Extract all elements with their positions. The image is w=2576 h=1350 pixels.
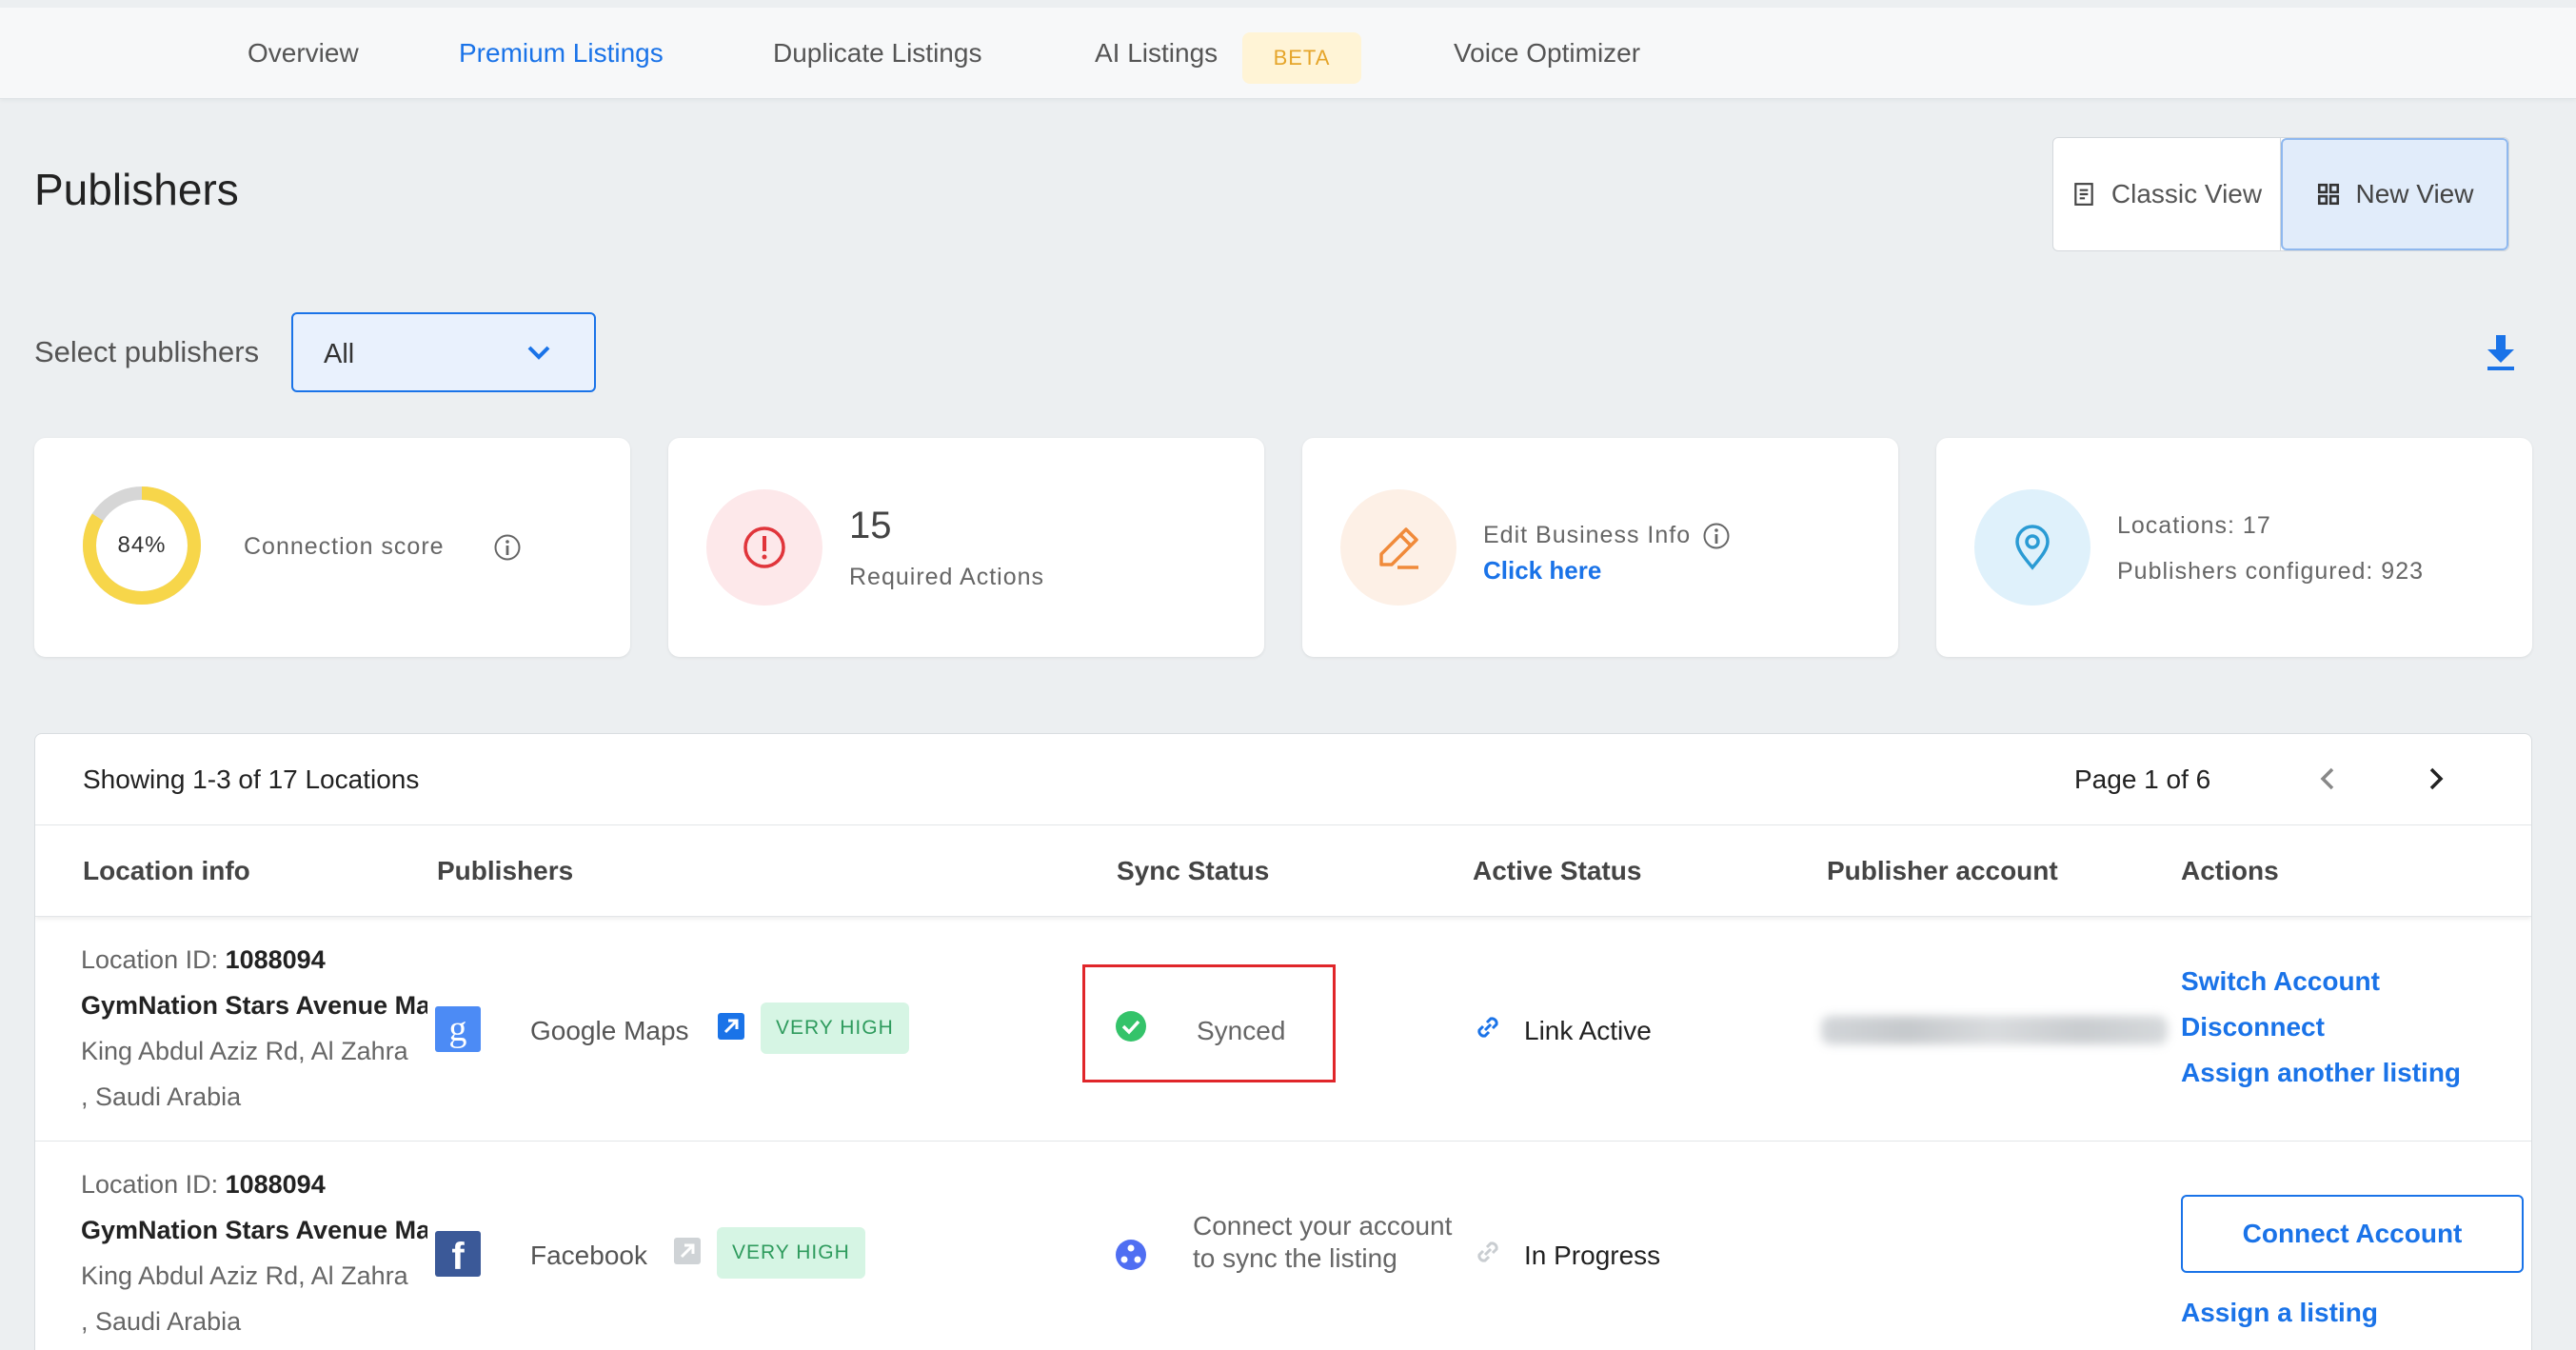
location-address: King Abdul Aziz Rd, Al Zahra — [81, 1261, 408, 1290]
location-country: , Saudi Arabia — [81, 1307, 242, 1336]
table-header: Location info Publishers Sync Status Act… — [35, 825, 2531, 917]
table-row: Location ID: 1088094 GymNation Stars Ave… — [35, 1142, 2531, 1350]
new-view-button[interactable]: New View — [2281, 138, 2508, 250]
priority-badge: VERY HIGH — [717, 1227, 865, 1279]
switch-account-link[interactable]: Switch Account — [2181, 966, 2380, 997]
tab-overview[interactable]: Overview — [248, 8, 359, 99]
sync-status-text: Connect your account to sync the listing — [1193, 1211, 1453, 1273]
tab-premium-listings[interactable]: Premium Listings — [459, 8, 664, 99]
connection-score-value: 84% — [117, 532, 167, 558]
download-icon[interactable] — [2485, 333, 2517, 371]
chevron-down-icon — [527, 346, 550, 360]
table-toolbar: Showing 1-3 of 17 Locations Page 1 of 6 — [35, 734, 2531, 825]
publisher-name: Google Maps — [530, 1016, 689, 1045]
chevron-left-icon[interactable] — [2312, 763, 2345, 795]
location-id: Location ID: 1088094 — [81, 1170, 326, 1199]
select-publishers-label: Select publishers — [34, 335, 260, 368]
tab-voice-optimizer[interactable]: Voice Optimizer — [1454, 8, 1640, 99]
info-icon[interactable] — [493, 533, 522, 562]
external-link-icon — [674, 1238, 701, 1264]
check-circle-icon — [1116, 1011, 1146, 1042]
sync-status-text: Synced — [1197, 1016, 1286, 1045]
edit-circle — [1340, 489, 1456, 606]
locations-card: Locations: 17 Publishers configured: 923 — [1936, 438, 2532, 657]
classic-view-label: Classic View — [2110, 179, 2263, 208]
connection-score-label: Connection score — [244, 533, 445, 560]
connect-account-button[interactable]: Connect Account — [2181, 1195, 2524, 1273]
edit-business-card: Edit Business Info Click here — [1302, 438, 1898, 657]
tab-duplicate-listings[interactable]: Duplicate Listings — [773, 8, 981, 99]
col-actions: Actions — [2181, 856, 2279, 885]
showing-count: Showing 1-3 of 17 Locations — [83, 764, 420, 794]
location-id: Location ID: 1088094 — [81, 945, 326, 974]
publisher-account-blurred — [1821, 1016, 2168, 1044]
pencil-icon — [1379, 527, 1418, 569]
publisher-name: Facebook — [530, 1241, 647, 1270]
col-active-status: Active Status — [1473, 856, 1642, 885]
link-icon — [1477, 1241, 1498, 1262]
document-icon — [2074, 183, 2093, 206]
external-link-icon[interactable] — [717, 1012, 745, 1041]
location-address: King Abdul Aziz Rd, Al Zahra — [81, 1037, 408, 1065]
priority-badge: VERY HIGH — [761, 1003, 909, 1054]
publishers-configured: Publishers configured: 923 — [2117, 558, 2425, 585]
publishers-select[interactable]: All — [291, 312, 596, 392]
top-nav: Overview Premium Listings Duplicate List… — [0, 8, 2576, 99]
location-name: GymNation Stars Avenue Mall — [81, 1216, 427, 1244]
link-icon — [1477, 1017, 1498, 1038]
active-status-text: Link Active — [1524, 1016, 1652, 1045]
assign-another-listing-link[interactable]: Assign another listing — [2181, 1058, 2461, 1088]
col-location-info: Location info — [83, 856, 250, 885]
col-sync-status: Sync Status — [1117, 856, 1270, 885]
page-indicator: Page 1 of 6 — [2074, 764, 2211, 794]
connection-score-card: 84% Connection score — [34, 438, 630, 657]
alert-circle — [706, 489, 822, 606]
beta-badge: BETA — [1242, 32, 1361, 84]
location-pin-icon — [2015, 525, 2050, 570]
google-maps-logo-icon: g — [435, 1006, 481, 1052]
location-circle — [1974, 489, 2091, 606]
required-actions-count: 15 — [849, 505, 892, 546]
disconnect-link[interactable]: Disconnect — [2181, 1012, 2325, 1042]
chevron-right-icon[interactable] — [2419, 763, 2451, 795]
alert-icon — [743, 526, 785, 568]
publishers-select-value: All — [324, 339, 355, 369]
page-title: Publishers — [34, 165, 239, 214]
location-country: , Saudi Arabia — [81, 1082, 242, 1111]
required-actions-card: 15 Required Actions — [668, 438, 1264, 657]
grid-icon — [2317, 183, 2339, 206]
view-toggle: Classic View New View — [2052, 137, 2509, 251]
locations-table: Showing 1-3 of 17 Locations Page 1 of 6 … — [34, 733, 2532, 1350]
active-status-text: In Progress — [1524, 1241, 1661, 1270]
classic-view-button[interactable]: Classic View — [2053, 138, 2281, 250]
edit-business-label: Edit Business Info — [1483, 522, 1692, 548]
col-publishers: Publishers — [437, 856, 574, 885]
new-view-label: New View — [2355, 179, 2474, 208]
col-publisher-account: Publisher account — [1827, 856, 2058, 885]
tab-ai-listings[interactable]: AI Listings — [1095, 8, 1218, 99]
click-here-link[interactable]: Click here — [1483, 556, 1601, 586]
locations-count: Locations: 17 — [2117, 512, 2271, 539]
table-row: Location ID: 1088094 GymNation Stars Ave… — [35, 917, 2531, 1142]
assign-a-listing-link[interactable]: Assign a listing — [2181, 1298, 2378, 1328]
required-actions-label: Required Actions — [849, 564, 1045, 590]
info-icon[interactable] — [1702, 522, 1731, 550]
facebook-logo-icon: f — [435, 1231, 481, 1278]
sync-pending-icon — [1116, 1240, 1146, 1270]
location-name: GymNation Stars Avenue Mall — [81, 991, 427, 1020]
